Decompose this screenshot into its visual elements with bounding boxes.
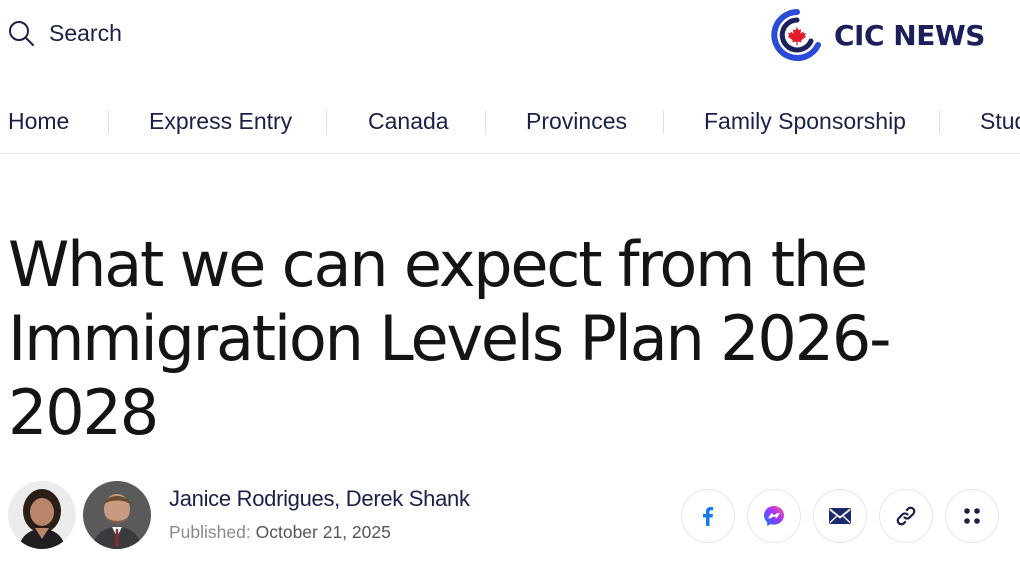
- search-label: Search: [49, 20, 122, 46]
- logo-text: CIC NEWS: [834, 18, 985, 52]
- main-nav: Home Express Entry Canada Provinces Fami…: [0, 98, 1020, 154]
- author-avatar-derek[interactable]: [83, 481, 151, 549]
- more-icon: [964, 508, 980, 524]
- share-facebook-button[interactable]: [681, 489, 735, 543]
- cic-news-logo[interactable]: CIC NEWS: [770, 8, 985, 62]
- nav-item-family-sponsorship[interactable]: Family Sponsorship: [704, 108, 906, 135]
- share-copy-link-button[interactable]: [879, 489, 933, 543]
- nav-item-provinces[interactable]: Provinces: [526, 108, 627, 135]
- nav-item-home[interactable]: Home: [8, 108, 69, 135]
- published-label: Published:: [169, 522, 251, 542]
- author-photo: [8, 481, 76, 549]
- author-photo: [83, 481, 151, 549]
- nav-divider: [485, 110, 486, 134]
- search-icon: [9, 21, 34, 46]
- maple-leaf-logo-icon: [771, 9, 821, 61]
- share-email-button[interactable]: [813, 489, 867, 543]
- link-icon: [896, 506, 916, 526]
- published-date: Published: October 21, 2025: [169, 522, 391, 543]
- share-messenger-button[interactable]: [747, 489, 801, 543]
- article-title: What we can expect from the Immigration …: [8, 228, 891, 449]
- search-button[interactable]: Search: [8, 20, 122, 47]
- facebook-icon: [703, 507, 714, 526]
- nav-item-study[interactable]: Stud: [980, 108, 1020, 135]
- messenger-icon: [764, 506, 784, 526]
- nav-item-express-entry[interactable]: Express Entry: [149, 108, 292, 135]
- nav-divider: [326, 110, 327, 134]
- published-date-value: October 21, 2025: [255, 522, 391, 542]
- nav-divider: [939, 110, 940, 134]
- email-icon: [829, 508, 851, 524]
- nav-divider: [663, 110, 664, 134]
- nav-item-canada[interactable]: Canada: [368, 108, 449, 135]
- share-more-button[interactable]: [945, 489, 999, 543]
- nav-divider: [108, 110, 109, 134]
- top-bar: Search CIC NEWS: [0, 0, 1020, 70]
- article-authors[interactable]: Janice Rodrigues, Derek Shank: [169, 486, 470, 512]
- author-avatar-janice[interactable]: [8, 481, 76, 549]
